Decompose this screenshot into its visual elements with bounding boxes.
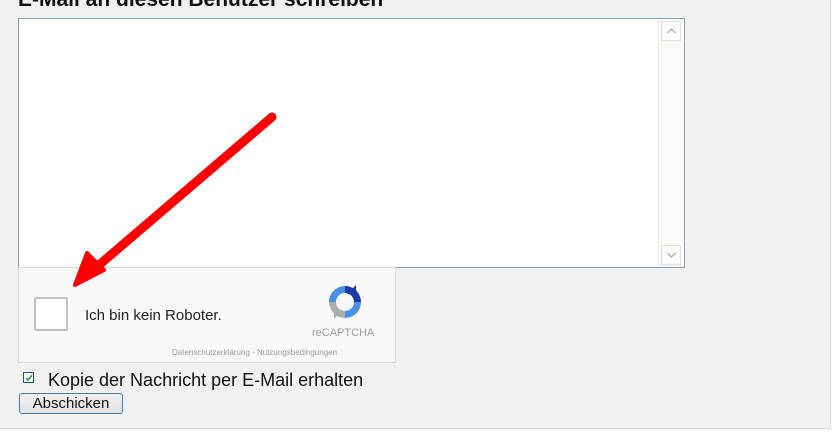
recaptcha-logo-icon — [329, 285, 361, 319]
recaptcha-brand: reCAPTCHA — [312, 327, 375, 339]
recaptcha-label: Ich bin kein Roboter. — [85, 307, 222, 324]
privacy-link[interactable]: Datenschutzerklärung — [172, 348, 250, 357]
form-heading: E-Mail an diesen Benutzer schreiben — [18, 0, 383, 12]
recaptcha-checkbox[interactable] — [34, 297, 68, 331]
links-separator: - — [252, 348, 255, 357]
chevron-up-icon — [667, 28, 676, 34]
message-scrollbar[interactable] — [658, 19, 684, 267]
copy-checkbox[interactable] — [23, 372, 34, 383]
message-textarea[interactable] — [19, 19, 659, 267]
scroll-up-button[interactable] — [661, 21, 681, 41]
email-form-panel: E-Mail an diesen Benutzer schreiben Ich … — [0, 0, 831, 429]
recaptcha-widget: Ich bin kein Roboter. reCAPTCHA Datensch… — [18, 267, 396, 363]
recaptcha-links: Datenschutzerklärung - Nutzungsbedingung… — [172, 348, 337, 357]
terms-link[interactable]: Nutzungsbedingungen — [257, 348, 337, 357]
message-textarea-container — [18, 18, 685, 268]
chevron-down-icon — [667, 252, 676, 258]
scroll-down-button[interactable] — [661, 245, 681, 265]
checkmark-icon — [25, 374, 33, 382]
copy-checkbox-label: Kopie der Nachricht per E-Mail erhalten — [48, 370, 364, 390]
submit-button[interactable]: Abschicken — [19, 393, 123, 414]
